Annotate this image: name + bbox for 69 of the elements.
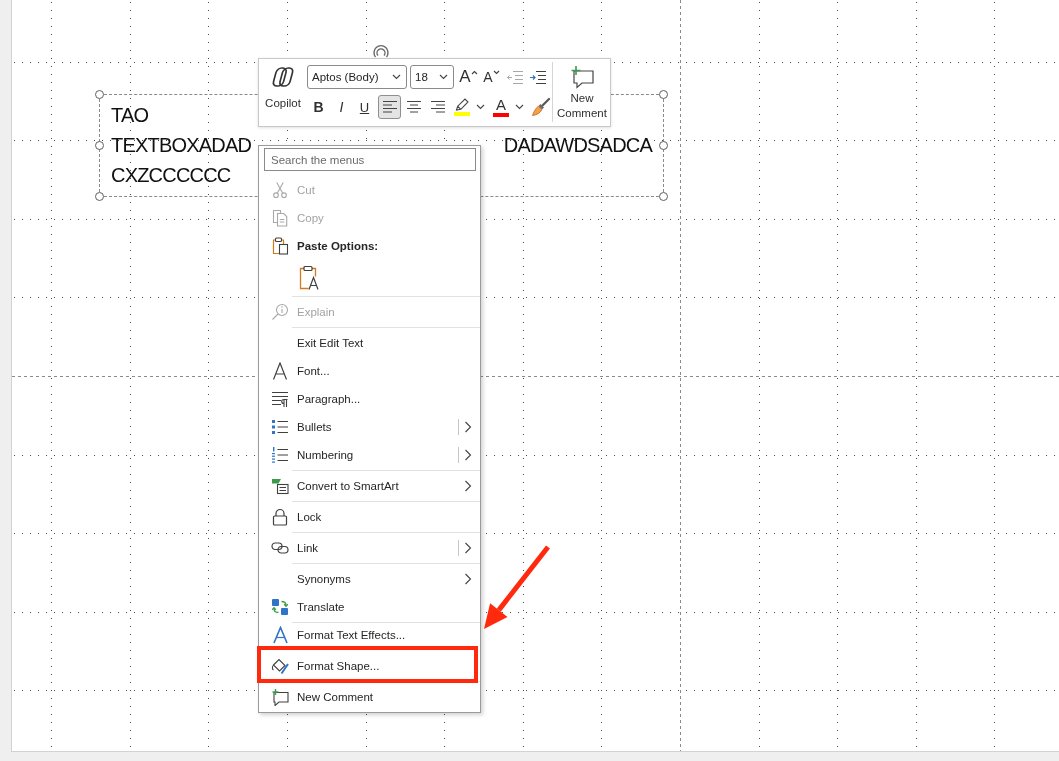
align-left-icon — [381, 100, 398, 114]
menu-item[interactable]: Paragraph... — [259, 385, 480, 413]
menu-item[interactable]: Numbering — [259, 441, 480, 469]
underline-button[interactable]: U — [353, 95, 376, 119]
chevron-down-icon — [439, 74, 448, 80]
speech-bubble-plus-icon — [569, 65, 595, 89]
outdent-icon — [505, 69, 524, 85]
chevron-down-icon — [475, 104, 485, 110]
slide-text: TAO — [111, 103, 149, 127]
highlighter-pen-icon — [453, 98, 471, 111]
letter-a-icon — [271, 362, 289, 380]
rotate-handle[interactable] — [372, 44, 390, 60]
paintbrush-icon — [530, 97, 551, 117]
italic-button[interactable]: I — [330, 95, 353, 119]
numbered-list-icon — [271, 446, 289, 464]
paragraph-lines-icon — [271, 390, 289, 408]
clipboard-letter-icon — [297, 264, 319, 291]
clipboard-icon — [271, 237, 289, 255]
font-size-dropdown[interactable]: 18 — [410, 65, 454, 89]
resize-handle[interactable] — [659, 90, 668, 99]
chain-link-icon — [271, 539, 289, 557]
resize-handle[interactable] — [659, 141, 668, 150]
format-painter-button[interactable] — [529, 95, 552, 119]
menu-item[interactable]: Convert to SmartArt — [259, 472, 480, 500]
resize-handle[interactable] — [95, 141, 104, 150]
menu-item[interactable]: Synonyms — [259, 565, 480, 593]
caret-down-icon — [492, 70, 500, 75]
menu-heading: Paste Options: — [296, 240, 379, 252]
caret-up-icon — [470, 70, 478, 75]
grow-font-button[interactable]: A — [457, 65, 480, 89]
menu-item[interactable]: Translate — [259, 593, 480, 621]
align-left-button[interactable] — [378, 95, 401, 119]
resize-handle[interactable] — [659, 192, 668, 201]
paint-bucket-icon — [271, 657, 289, 675]
font-color-button[interactable]: A — [490, 95, 512, 119]
padlock-icon — [271, 508, 289, 526]
copilot-button[interactable]: Copilot — [261, 59, 305, 126]
shape-document-icon — [271, 477, 289, 495]
menu-item[interactable]: Link — [259, 534, 480, 562]
menu-item[interactable]: New Comment — [259, 683, 480, 711]
indent-icon — [528, 69, 547, 85]
font-name-dropdown[interactable]: Aptos (Body) — [307, 65, 407, 89]
magnifier-icon — [271, 303, 289, 321]
search-field[interactable]: Search the menus — [264, 148, 476, 171]
new-comment-button[interactable]: New Comment — [556, 59, 608, 126]
slide-text: DADAWDSADCA — [503, 133, 652, 157]
interlocked-loops-icon — [270, 65, 296, 89]
scissors-icon — [271, 181, 289, 199]
squares-swap-arrows-icon — [271, 598, 289, 616]
bulleted-list-icon — [271, 418, 289, 436]
menu-item[interactable]: Format Text Effects... — [259, 624, 480, 646]
two-pages-icon — [271, 209, 289, 227]
menu-item[interactable]: Lock — [259, 503, 480, 531]
bold-button[interactable]: B — [307, 95, 330, 119]
menu-item[interactable]: Bullets — [259, 413, 480, 441]
align-right-icon — [429, 100, 446, 114]
resize-handle[interactable] — [95, 192, 104, 201]
speech-bubble-plus-icon — [271, 688, 289, 706]
slide-text: CXZCCCCCC — [111, 163, 231, 187]
chevron-down-icon — [514, 104, 524, 110]
shrink-font-button[interactable]: A — [480, 65, 503, 89]
menu-item[interactable]: Font... — [259, 357, 480, 385]
menu-item[interactable]: Format Shape... — [259, 652, 480, 680]
align-center-icon — [405, 100, 422, 114]
letter-outline-icon — [271, 626, 289, 644]
resize-handle[interactable] — [95, 90, 104, 99]
slide-text: TEXTBOXADAD — [111, 133, 252, 157]
chevron-down-icon — [392, 74, 401, 80]
menu-item[interactable]: Exit Edit Text — [259, 329, 480, 357]
